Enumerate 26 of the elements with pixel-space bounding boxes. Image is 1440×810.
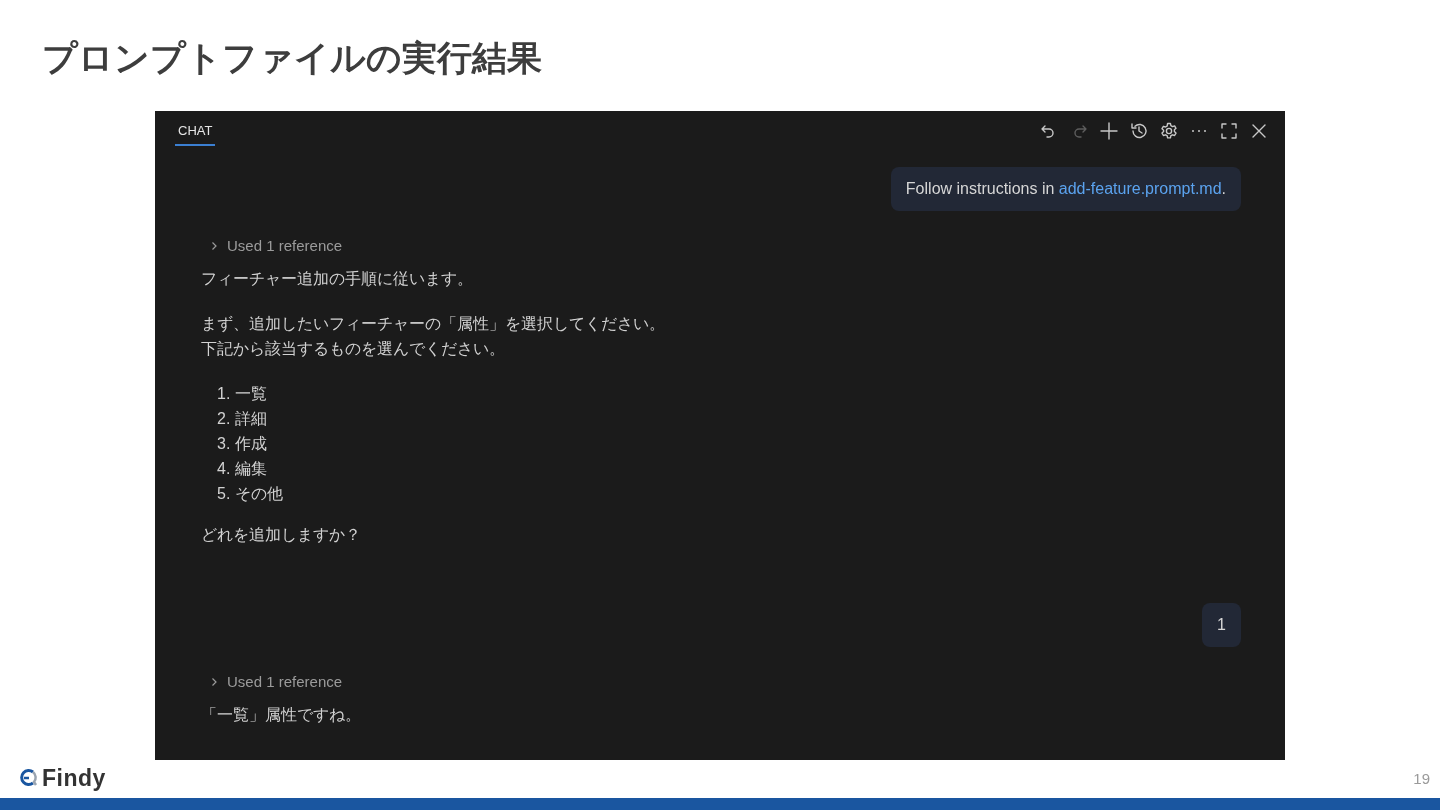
- chevron-icon: [209, 676, 219, 687]
- history-icon[interactable]: [1129, 121, 1149, 141]
- message-text: まず、追加したいフィーチャーの「属性」を選択してください。: [201, 314, 665, 334]
- list-item: 3. 作成: [217, 434, 267, 454]
- plus-icon[interactable]: [1099, 121, 1119, 141]
- page-number: 19: [1413, 769, 1430, 787]
- logo-text: Findy: [42, 766, 106, 790]
- reference-toggle[interactable]: Used 1 reference: [209, 673, 343, 690]
- chevron-icon: [209, 240, 219, 251]
- settings-icon[interactable]: [1159, 121, 1179, 141]
- chat-tab[interactable]: CHAT: [175, 121, 216, 146]
- list-item: 4. 編集: [217, 459, 267, 479]
- list-item: 1. 一覧: [217, 384, 267, 404]
- user-message: 1: [1202, 603, 1241, 647]
- user-message: Follow instructions in add-feature.prompt.md.: [890, 167, 1241, 211]
- file-link[interactable]: add-feature.prompt.md: [1058, 180, 1222, 197]
- logo-icon: [18, 768, 38, 788]
- reference-toggle[interactable]: Used 1 reference: [209, 237, 343, 254]
- message-text: 「一覧」属性ですね。: [201, 705, 361, 725]
- list-item: 2. 詳細: [217, 409, 267, 429]
- slide-title: プロンプトファイルの実行結果: [42, 37, 542, 79]
- message-text: どれを追加しますか？: [201, 525, 361, 545]
- message-text: フィーチャー追加の手順に従います。: [201, 269, 473, 289]
- message-text: 下記から該当するものを選んでください。: [201, 339, 505, 359]
- list-item: 5. その他: [217, 484, 283, 504]
- maximize-icon[interactable]: [1219, 121, 1239, 141]
